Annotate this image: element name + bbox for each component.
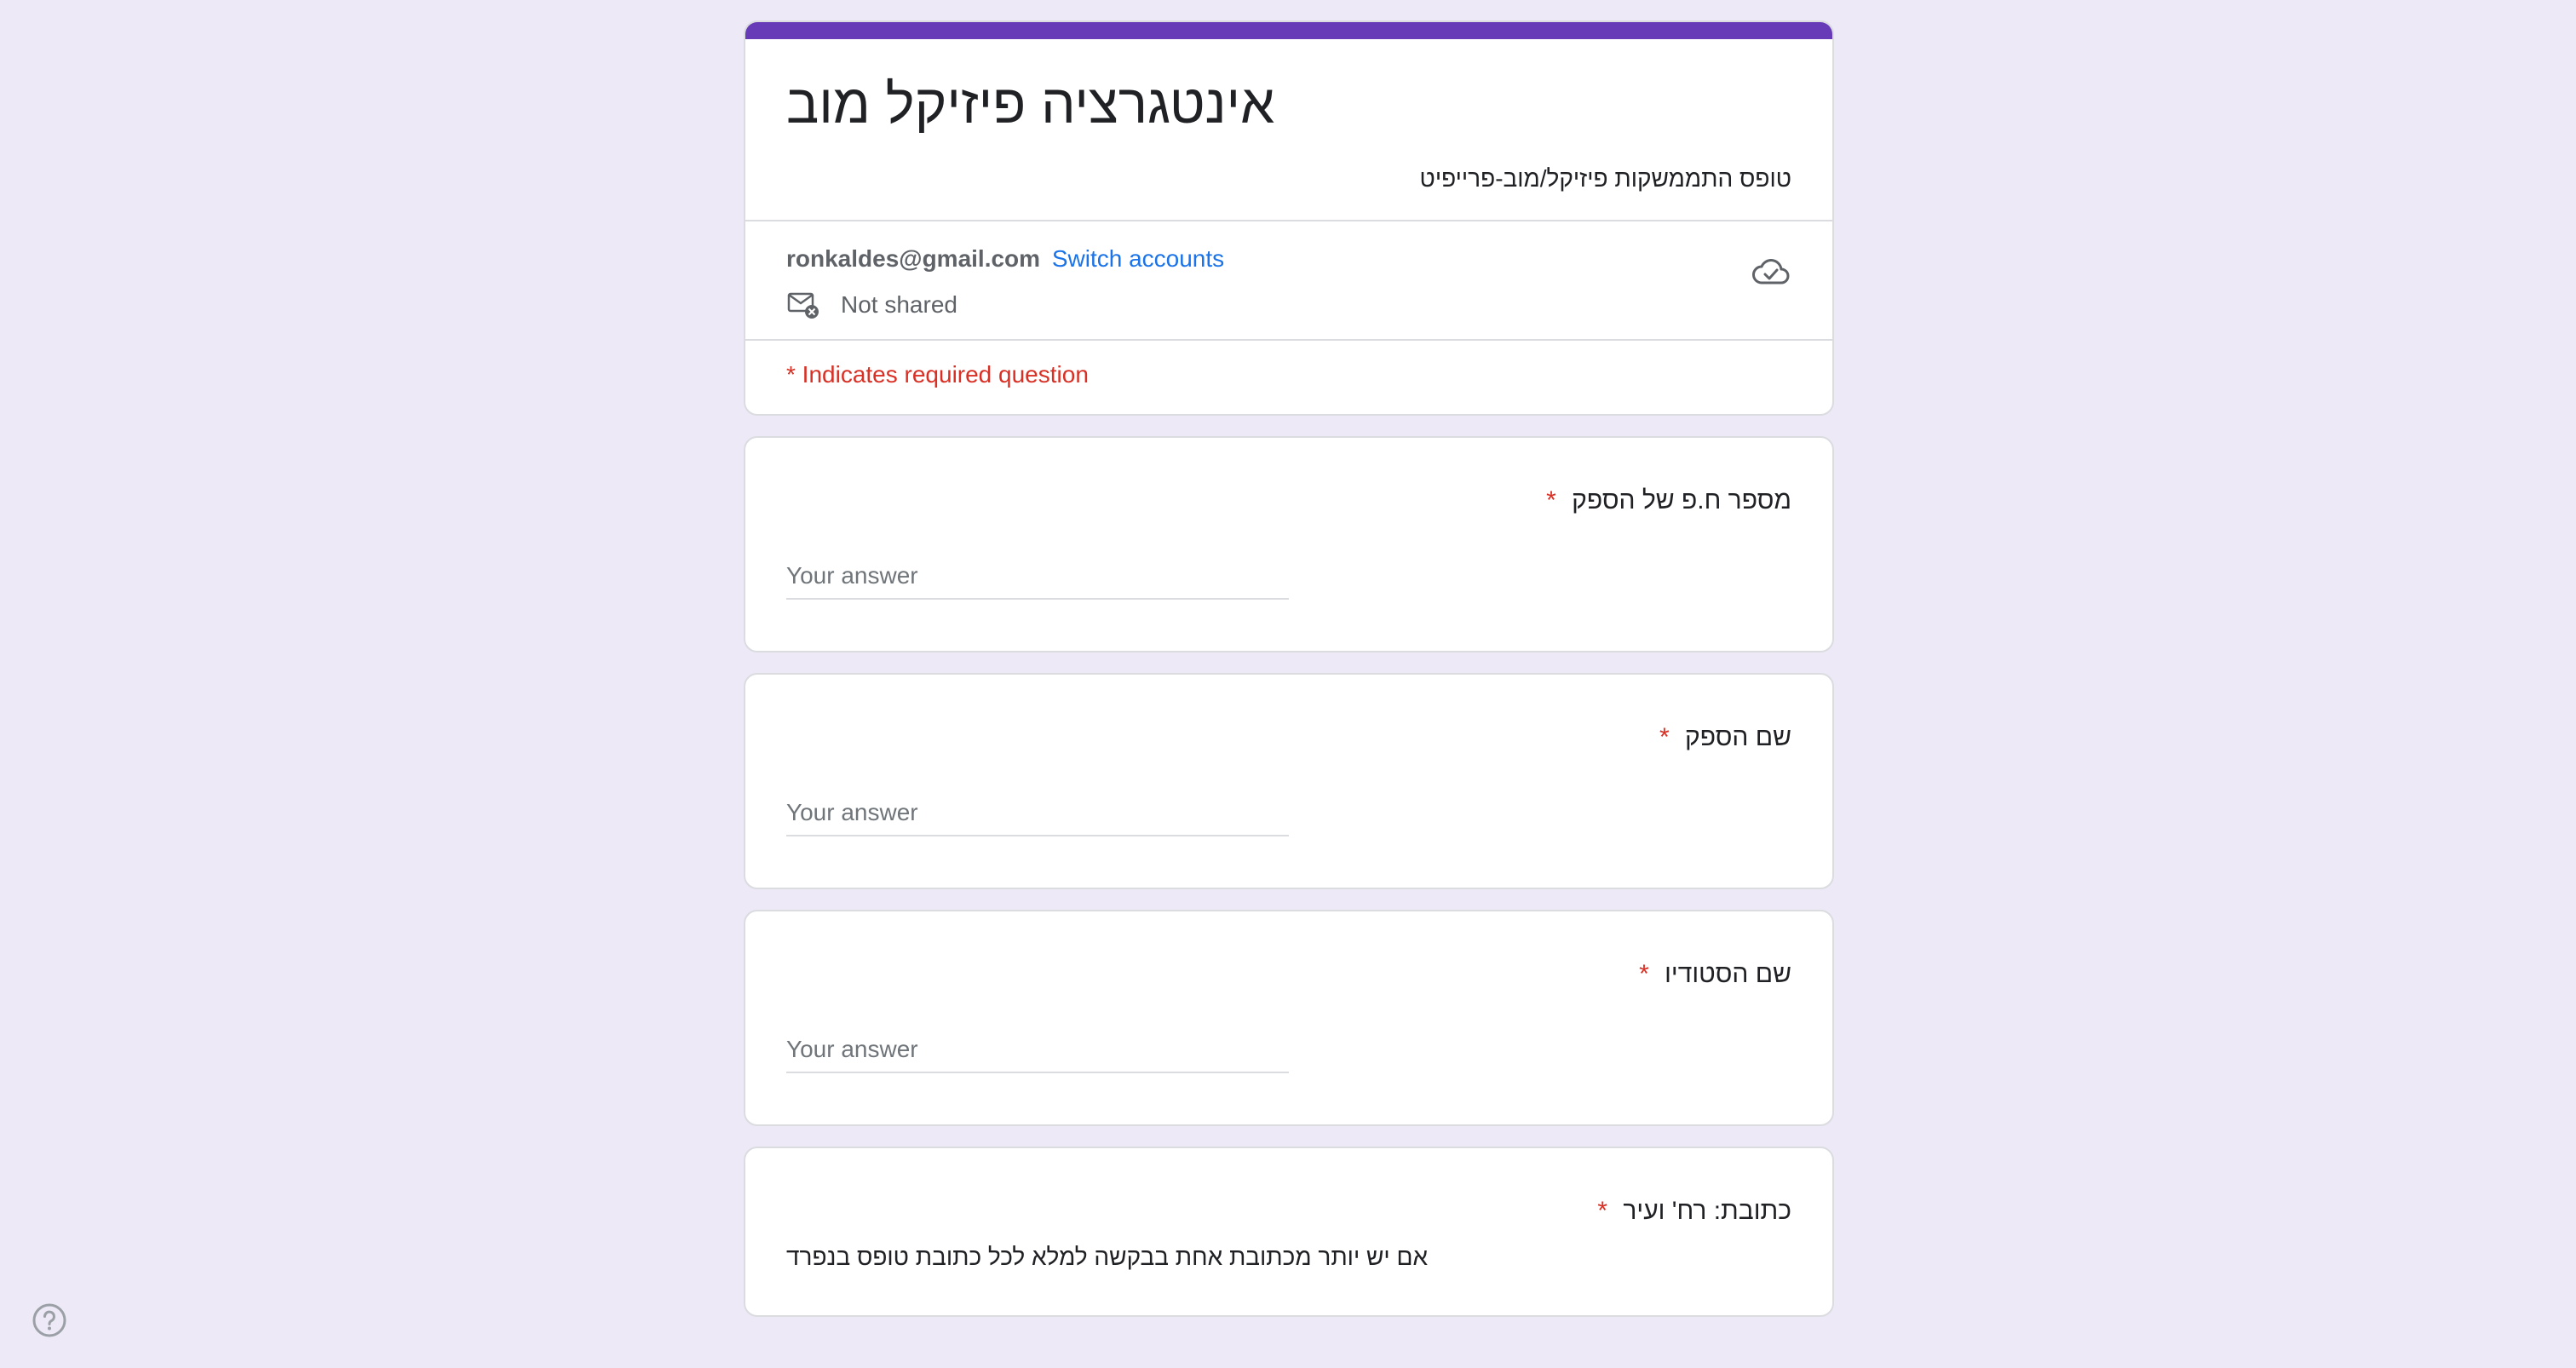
- accent-bar: [745, 22, 1832, 39]
- supplier-id-input[interactable]: [786, 562, 1289, 600]
- question-title-wrap: שם הסטודיו *: [1639, 956, 1791, 993]
- question-title-wrap: כתובת: רח' ועיר *: [1597, 1193, 1791, 1230]
- form-title: אינטגרציה פיזיקל מוב: [786, 73, 1275, 135]
- required-note: * Indicates required question: [786, 361, 1089, 388]
- question-title-text: כתובת: רח' ועיר: [1623, 1197, 1791, 1225]
- question-title-text: מספר ח.פ של הספק: [1572, 486, 1791, 514]
- form-description: טופס התממשקות פיזיקל/מוב-פרייפיט: [1419, 165, 1791, 192]
- title-area: אינטגרציה פיזיקל מוב טופס התממשקות פיזיק…: [745, 39, 1832, 221]
- account-email: ronkaldes@gmail.com: [786, 245, 1041, 272]
- question-title: כתובת: רח' ועיר *: [786, 1193, 1791, 1230]
- question-title-wrap: שם הספק *: [1659, 719, 1791, 756]
- question-card: מספר ח.פ של הספק *: [744, 436, 1834, 652]
- mail-not-shared-icon: [786, 288, 820, 322]
- required-star: *: [1546, 486, 1556, 514]
- cloud-saved-icon[interactable]: [1751, 252, 1791, 293]
- form-column: אינטגרציה פיזיקל מוב טופס התממשקות פיזיק…: [744, 20, 1834, 1337]
- question-title: מספר ח.פ של הספק *: [786, 482, 1791, 520]
- share-status: Not shared: [786, 288, 1791, 322]
- question-title: שם הסטודיו *: [786, 956, 1791, 993]
- help-icon[interactable]: [31, 1302, 68, 1339]
- supplier-name-input[interactable]: [786, 799, 1289, 836]
- question-card: כתובת: רח' ועיר * אם יש יותר מכתובת אחת …: [744, 1147, 1834, 1317]
- required-star: *: [1639, 960, 1649, 988]
- question-help-text: אם יש יותר מכתובת אחת בבקשה למלא לכל כתו…: [786, 1244, 1429, 1270]
- studio-name-input[interactable]: [786, 1036, 1289, 1073]
- share-status-label: Not shared: [841, 291, 957, 318]
- question-title-text: שם הסטודיו: [1665, 960, 1791, 988]
- question-title-text: שם הספק: [1685, 723, 1791, 751]
- required-star: *: [1597, 1197, 1608, 1225]
- switch-accounts-link[interactable]: Switch accounts: [1052, 245, 1224, 272]
- account-line: ronkaldes@gmail.com Switch accounts: [786, 242, 1791, 276]
- question-card: שם הסטודיו *: [744, 910, 1834, 1126]
- question-card: שם הספק *: [744, 673, 1834, 889]
- form-page: אינטגרציה פיזיקל מוב טופס התממשקות פיזיק…: [0, 0, 2576, 1368]
- account-area: ronkaldes@gmail.com Switch accounts Not: [745, 221, 1832, 341]
- question-title-wrap: מספר ח.פ של הספק *: [1546, 482, 1791, 520]
- required-star: *: [1659, 723, 1670, 751]
- question-title: שם הספק *: [786, 719, 1791, 756]
- form-header-card: אינטגרציה פיזיקל מוב טופס התממשקות פיזיק…: [744, 20, 1834, 416]
